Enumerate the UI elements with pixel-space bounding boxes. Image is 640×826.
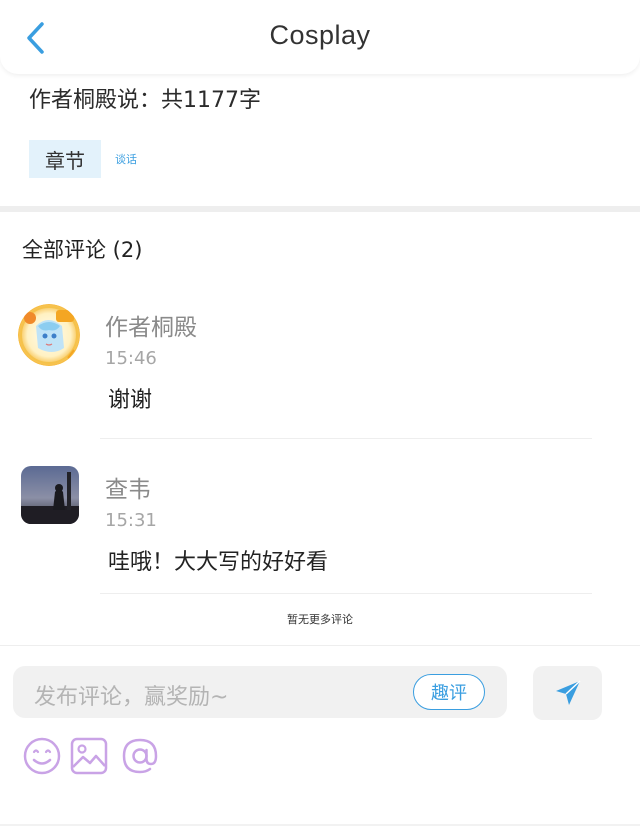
comment-time: 15:46	[105, 348, 157, 369]
comments-section-title: 全部评论 (2)	[22, 238, 143, 262]
talk-link[interactable]: 谈话	[115, 151, 137, 167]
comment-divider	[100, 593, 592, 594]
comment-input[interactable]: 发布评论，赢奖励~ 趣评	[13, 666, 507, 718]
send-icon	[555, 680, 581, 705]
at-icon[interactable]	[120, 736, 160, 776]
user-avatar[interactable]	[21, 466, 79, 524]
comment-time: 15:31	[105, 510, 157, 531]
author-avatar[interactable]	[18, 304, 80, 366]
fun-review-button[interactable]: 趣评	[413, 674, 485, 710]
top-nav-bar: Cosplay	[0, 0, 640, 74]
chapter-comments-page: Cosplay 作者桐殿说：共1177字 章节 谈话 全部评论 (2) 作者桐殿…	[0, 0, 640, 826]
section-divider	[0, 206, 640, 212]
send-button[interactable]	[533, 666, 602, 720]
no-more-comments: 暂无更多评论	[287, 613, 353, 626]
comment-text: 哇哦！大大写的好好看	[108, 550, 329, 575]
comment-text: 谢谢	[108, 388, 153, 413]
image-icon[interactable]	[69, 736, 109, 776]
chapter-tag[interactable]: 章节	[29, 140, 101, 178]
author-word-count: 作者桐殿说：共1177字	[29, 88, 261, 113]
emoji-icon[interactable]	[22, 736, 62, 776]
comment-author-name[interactable]: 作者桐殿	[105, 308, 197, 342]
comment-divider	[100, 438, 592, 439]
page-title: Cosplay	[269, 20, 371, 50]
comment-composer: 发布评论，赢奖励~ 趣评	[0, 645, 640, 826]
comment-author-name[interactable]: 查韦	[105, 470, 151, 504]
comment-input-placeholder: 发布评论，赢奖励~	[34, 685, 229, 710]
